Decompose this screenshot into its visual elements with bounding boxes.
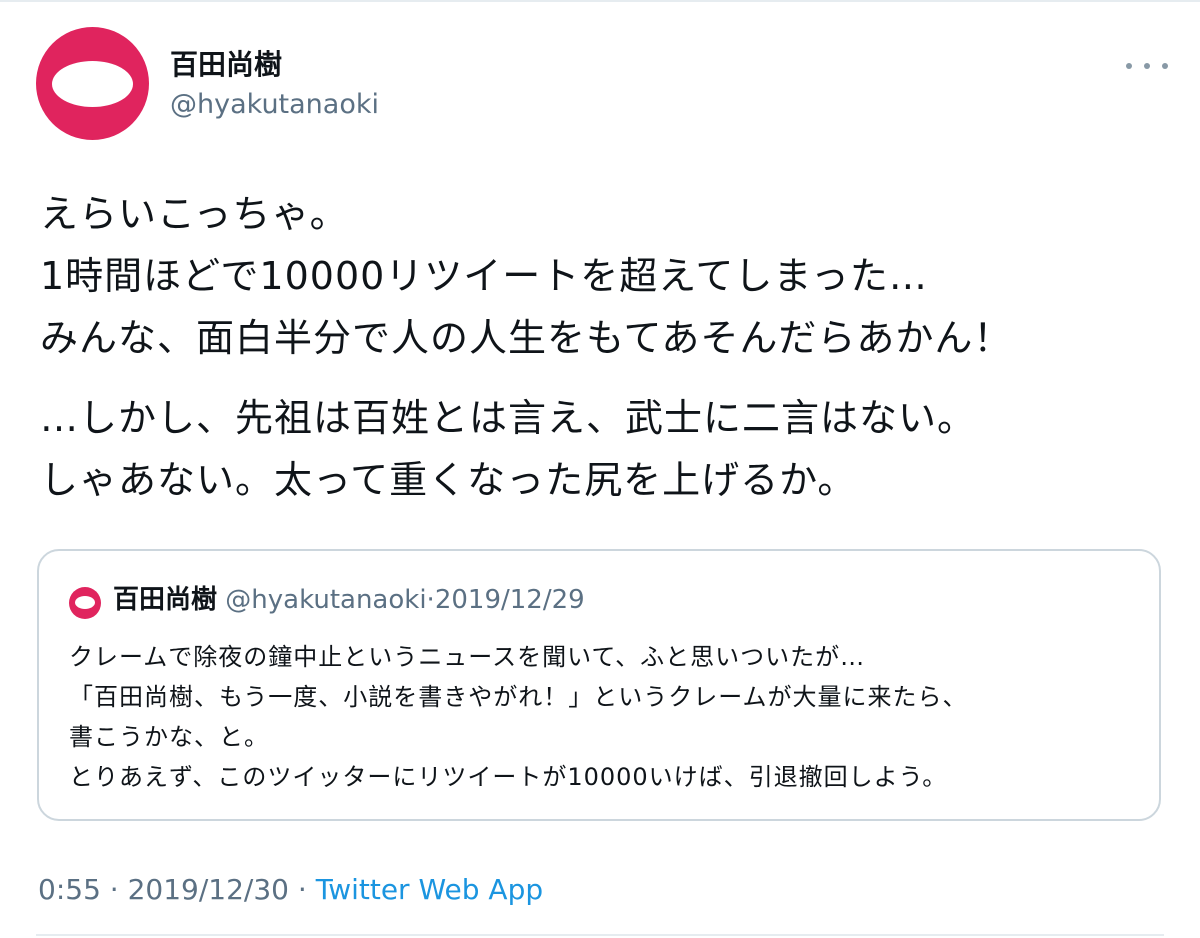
- more-button[interactable]: [1126, 52, 1168, 80]
- tweet-text-line: しゃあない。太って重くなった尻を上げるか。: [40, 458, 857, 502]
- bottom-divider: [36, 934, 1164, 936]
- tweet-time[interactable]: 0:55: [38, 873, 101, 906]
- author-display-name[interactable]: 百田尚樹: [170, 47, 282, 83]
- tweet-footer: 0:55 · 2019/12/30 · Twitter Web App: [38, 871, 543, 909]
- tweet-date[interactable]: 2019/12/30: [128, 873, 289, 906]
- tweet-text-line: 1時間ほどで10000リツイートを超えてしまった…: [40, 254, 928, 298]
- quoted-date: 2019/12/29: [434, 585, 585, 615]
- tweet-text-line: みんな、面白半分で人の人生をもてあそんだらあかん！: [40, 316, 1013, 360]
- top-divider: [0, 0, 1200, 2]
- quoted-separator: ·: [426, 585, 435, 615]
- tweet-text-line: …しかし、先祖は百姓とは言え、武士に二言はない。: [40, 396, 977, 440]
- quoted-text-line: 「百田尚樹、もう一度、小説を書きやがれ！」というクレームが大量に来たら、: [69, 683, 968, 711]
- more-icon: [1162, 63, 1168, 69]
- quoted-avatar: [69, 587, 101, 619]
- quoted-tweet-card[interactable]: 百田尚樹 @hyakutanaoki·2019/12/29 クレームで除夜の鐘中…: [37, 549, 1161, 821]
- quoted-text-line: 書こうかな、と。: [69, 723, 269, 751]
- quoted-handle: @hyakutanaoki: [225, 585, 427, 615]
- quoted-text-line: クレームで除夜の鐘中止というニュースを聞いて、ふと思いついたが…: [69, 643, 866, 671]
- footer-separator: ·: [297, 873, 307, 906]
- avatar-icon: [52, 61, 133, 107]
- avatar[interactable]: [36, 27, 149, 140]
- avatar-icon: [75, 596, 95, 609]
- quoted-tweet-header: 百田尚樹 @hyakutanaoki·2019/12/29: [113, 582, 585, 618]
- author-handle[interactable]: @hyakutanaoki: [170, 88, 379, 122]
- tweet-source-link[interactable]: Twitter Web App: [316, 873, 543, 906]
- footer-separator: ·: [109, 873, 119, 906]
- more-icon: [1144, 63, 1150, 69]
- quoted-display-name: 百田尚樹: [113, 585, 218, 615]
- tweet-text-line: えらいこっちゃ。: [40, 192, 349, 236]
- quoted-text-line: とりあえず、このツイッターにリツイートが10000いけば、引退撤回しよう。: [69, 763, 948, 791]
- more-icon: [1126, 63, 1132, 69]
